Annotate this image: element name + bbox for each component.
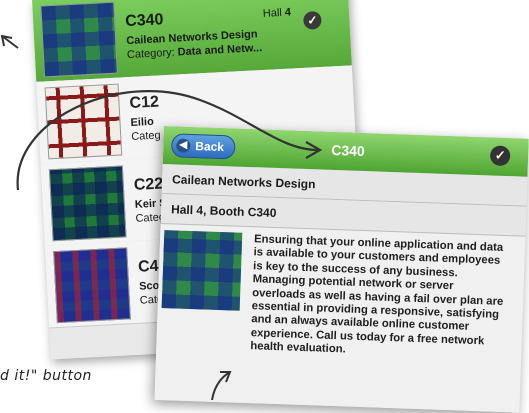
check-circle-icon: ✓ — [302, 10, 322, 30]
tartan-thumbnail — [48, 165, 127, 242]
arrow-top-left-head — [0, 34, 13, 47]
booth-code: C12 — [129, 93, 160, 113]
company-name: Eilio — [130, 115, 155, 130]
back-arrow-icon: ◀ — [176, 138, 191, 153]
page-title: C340 — [330, 141, 365, 160]
exhibitor-detail-screen: ◀ Back C340 ✓ Cailean Networks Design Ha… — [154, 126, 529, 413]
detail-body: Ensuring that your online application an… — [154, 225, 526, 413]
check-circle-icon[interactable]: ✓ — [489, 145, 511, 167]
back-button-label: Back — [195, 139, 225, 155]
category-label: Categ — [130, 129, 161, 143]
tartan-thumbnail — [44, 83, 123, 160]
company-description: Ensuring that your online application an… — [250, 233, 504, 356]
booth-code: C340 — [124, 11, 164, 31]
tartan-thumbnail — [161, 230, 243, 311]
arrow-top-left — [1, 35, 19, 49]
hall-label: Hall 4 — [262, 6, 292, 20]
tartan-thumbnail — [40, 1, 118, 78]
handwritten-annotation: d it!" button — [0, 368, 92, 384]
back-button[interactable]: ◀ Back — [170, 133, 236, 160]
tartan-thumbnail — [53, 247, 131, 324]
